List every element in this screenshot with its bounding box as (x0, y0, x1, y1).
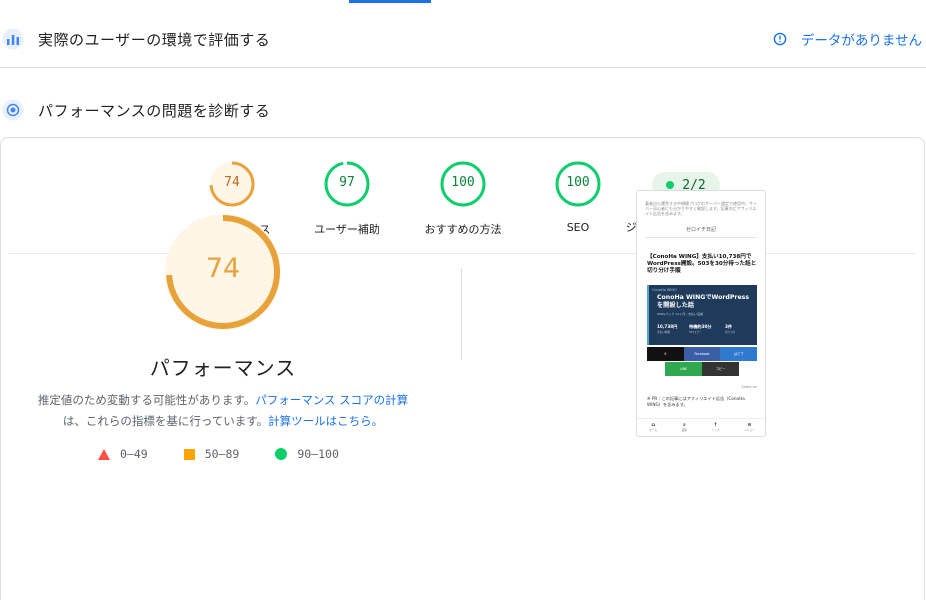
thumb-site-name: ゼロイチ日記 (685, 227, 716, 233)
performance-score-large: 74 (205, 253, 241, 284)
thumb-share-line: LINE (665, 362, 702, 376)
thumb-divider (645, 237, 757, 238)
thumb-share-x: X (647, 347, 684, 361)
section-divider (0, 67, 926, 68)
thumb-small-text: Share on (741, 385, 757, 389)
desc-text-2: は、これらの指標を基に行っています。 (62, 414, 269, 428)
thumb-stat-2: 待機約30分 503エラー (689, 324, 712, 334)
thumb-article-title: 【ConoHa WING】支払い10,738円でWordPress開設。503を… (647, 254, 757, 274)
thumb-hero-sub: WINGパック 12ヶ月 / 支払い実績 (657, 312, 704, 316)
calculator-link[interactable]: 計算ツールはこちら。 (268, 414, 383, 428)
average-square-icon (183, 448, 195, 460)
thumb-nav-top: ↑ トップ (711, 421, 720, 432)
thumb-stat-3: 3件 切り分け (725, 324, 736, 334)
legend-fail: 0–49 (98, 447, 148, 461)
gauge-best-practices[interactable]: 100 おすすめの方法 (398, 160, 528, 237)
thumb-share-facebook: Facebook (683, 347, 721, 361)
legend-pass: 90–100 (275, 447, 339, 461)
final-screenshot-thumbnail[interactable]: 著者自ら運営する中規模ブログのサーバー選定で使用中。サーバー初心者にも分かりやす… (636, 190, 766, 437)
performance-description: 推定値のため変動する可能性があります。パフォーマンス スコアの計算 は、これらの… (20, 390, 426, 432)
gauge-score: 100 (451, 175, 475, 190)
gauge-score: 74 (224, 175, 240, 190)
performance-title: パフォーマンス (149, 356, 297, 380)
thumb-share-copy: コピー (702, 362, 739, 376)
fail-triangle-icon (98, 448, 110, 460)
thumb-stat-1: 10,738円 支払い総額 (657, 324, 678, 334)
thumb-intro-text: 著者自ら運営する中規模ブログのサーバー選定で使用中。サーバー初心者にも分かりやす… (645, 201, 757, 216)
category-gauges: 74 パフォーマンス 97 ユーザー補助 100 おすすめの方法 100 (1, 138, 926, 253)
legend-fail-range: 0–49 (120, 447, 148, 461)
thumb-bottom-nav: ⌂ ホーム ⌕ 検索 ↑ トップ ≡ メニュー (637, 418, 765, 436)
thumb-nav-menu: ≡ メニュー (744, 421, 755, 432)
pass-dot-icon (666, 181, 675, 189)
thumb-hero-title: ConoHa WINGでWordPressを開設した話 (657, 294, 750, 309)
legend-average: 50–89 (183, 447, 240, 461)
gauge-label: おすすめの方法 (424, 223, 502, 236)
field-data-title: 実際のユーザーの環境で評価する (38, 30, 271, 49)
score-calc-link[interactable]: パフォーマンス スコアの計算 (255, 393, 408, 407)
thumb-share-buttons: X Facebook はてブ (647, 347, 758, 361)
gauge-score: 97 (339, 175, 355, 190)
score-legend: 0–49 50–89 90–100 (98, 447, 375, 461)
gauge-label: ユーザー補助 (314, 223, 380, 236)
thumb-nav-search: ⌕ 検索 (681, 421, 687, 432)
lab-data-icon (2, 99, 24, 121)
diagnose-section: パフォーマンスの問題を診断する (0, 90, 926, 130)
thumb-nav-home: ⌂ ホーム (649, 421, 658, 432)
thumb-hero-image: ConoHa WING ConoHa WINGでWordPressを開設した話 … (647, 285, 757, 345)
thumb-hero-tag: ConoHa WING (652, 288, 677, 292)
pass-circle-icon (275, 448, 288, 460)
no-data-text: データがありません (800, 33, 922, 49)
no-data-indicator[interactable]: データがありません (773, 29, 922, 49)
thumb-pr-note: ※ PR｜この記事にはアフィリエイト広告（ConoHa WING）を含みます。 (647, 396, 745, 407)
legend-average-range: 50–89 (204, 447, 240, 461)
info-icon (773, 32, 787, 46)
field-data-icon (2, 28, 24, 50)
vertical-divider (461, 268, 462, 360)
gauge-accessibility[interactable]: 97 ユーザー補助 (282, 160, 412, 237)
thumb-share-hatena: はてブ (720, 347, 758, 361)
diagnose-title: パフォーマンスの問題を診断する (38, 101, 271, 120)
thumb-share-buttons-2: LINE コピー (665, 362, 739, 376)
desc-text-1: 推定値のため変動する可能性があります。 (37, 393, 256, 407)
active-tab-indicator (349, 0, 431, 3)
card-divider (9, 253, 917, 254)
legend-pass-range: 90–100 (297, 447, 339, 461)
